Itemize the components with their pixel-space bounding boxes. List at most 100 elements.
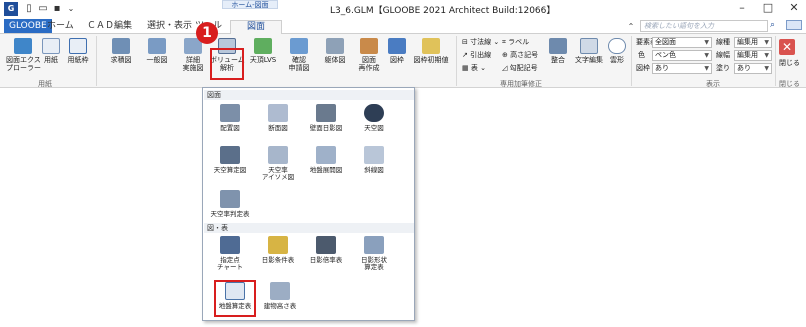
application-drawing-label: 確認 申請図 <box>288 56 310 72</box>
fill-label: 塗り <box>716 64 730 72</box>
consistency-icon <box>549 38 567 54</box>
area-drawing-button[interactable]: 求積図 <box>104 36 138 78</box>
sky-calc-label: 天空算定図 <box>213 166 247 174</box>
fill-value: あり <box>737 64 751 72</box>
menu-item-sky-iso[interactable]: 天空率 アイソメ図 <box>257 144 299 188</box>
expand-icon[interactable]: ⌃ <box>624 20 638 34</box>
menu-item-section[interactable]: 断面図 <box>257 102 299 146</box>
menu-item-shadow-shape[interactable]: 日影形状 算定表 <box>353 234 395 278</box>
recreate-drawing-button[interactable]: 図面 再作成 <box>352 36 386 78</box>
zenith-lvs-icon <box>254 38 272 54</box>
drawing-frame-label: 図枠 <box>390 56 404 64</box>
element-table-select[interactable]: 全図面 ▼ <box>652 37 712 48</box>
menu-item-sky[interactable]: 天空図 <box>353 102 395 146</box>
general-drawing-label: 一般図 <box>146 56 168 64</box>
new-file-icon[interactable]: ▯ <box>22 2 36 16</box>
label-label: ラベル <box>508 38 530 46</box>
menu-item-shadow-cond[interactable]: 日影条件表 <box>257 234 299 278</box>
chevron-down-icon: ▼ <box>764 65 769 72</box>
drawing-frame-button[interactable]: 図枠 <box>384 36 410 78</box>
setback-label: 斜線図 <box>364 166 384 174</box>
frame-label: 図枠 <box>636 64 650 72</box>
sky-icon <box>364 104 384 122</box>
dimension-tool[interactable]: ⊟ 寸法線 ⌄ <box>462 38 499 47</box>
shadow-shape-icon <box>364 236 384 254</box>
open-file-icon[interactable]: ▭ <box>36 2 50 16</box>
maximize-button[interactable]: □ <box>758 1 778 15</box>
chevron-down-icon: ▼ <box>704 39 709 46</box>
menu-item-building-height[interactable]: 建物高さ表 <box>259 280 301 324</box>
section-drawing: 図面 <box>204 90 414 100</box>
linewidth-select[interactable]: 編集用 ▼ <box>734 50 772 61</box>
minimize-button[interactable]: – <box>732 1 752 15</box>
tab-drawing[interactable]: 図面 <box>230 20 282 34</box>
table-label: 表 <box>470 64 478 72</box>
close-drawing-icon[interactable]: ✕ <box>779 39 795 55</box>
table-tool[interactable]: ▦ 表 ⌄ <box>462 64 486 73</box>
menu-item-site-plan[interactable]: 配置図 <box>209 102 251 146</box>
sky-iso-label: 天空率 アイソメ図 <box>261 166 295 181</box>
paper-frame-icon <box>69 38 87 54</box>
recreate-drawing-label: 図面 再作成 <box>358 56 380 72</box>
cloud-button[interactable]: 雲形 <box>606 36 628 78</box>
application-drawing-button[interactable]: 確認 申請図 <box>282 36 316 78</box>
general-drawing-icon <box>148 38 166 54</box>
point-chart-label: 指定点 チャート <box>217 256 243 271</box>
paper-button[interactable]: 用紙 <box>38 36 64 78</box>
group-label-paper: 用紙 <box>38 80 52 88</box>
help-search-input[interactable]: 検索したい語句を入力 <box>640 20 768 32</box>
tab-cad-edit[interactable]: ＣＡＤ編集 <box>82 20 137 34</box>
frame-drawing-button[interactable]: 躯体図 <box>318 36 352 78</box>
consistency-button[interactable]: 整合 <box>544 36 572 78</box>
linetype-select[interactable]: 編集用 ▼ <box>734 37 772 48</box>
quick-access-menu-icon[interactable]: ⌄ <box>64 2 78 16</box>
fill-select[interactable]: あり ▼ <box>734 63 772 74</box>
menu-item-ground-dev[interactable]: 地盤展開図 <box>305 144 347 188</box>
app-logo-icon: G <box>4 2 18 16</box>
linewidth-label: 線幅 <box>716 51 730 59</box>
volume-analysis-menu: 図面 配置図 断面図 壁面日影図 天空図 天空算定図 天空率 アイソメ図 地盤展… <box>202 87 415 321</box>
drawing-frame-icon <box>388 38 406 54</box>
frame-select[interactable]: あり ▼ <box>652 63 712 74</box>
menu-item-setback[interactable]: 斜線図 <box>353 144 395 188</box>
sky-calc-icon <box>220 146 240 164</box>
section-icon <box>268 104 288 122</box>
group-label-dedicated: 専用加筆修正 <box>500 80 542 88</box>
ground-calc-highlight <box>214 280 256 317</box>
menu-item-shadow-ratio[interactable]: 日影倍率表 <box>305 234 347 278</box>
text-edit-button[interactable]: 文字編集 <box>572 36 606 78</box>
ribbon-separator <box>456 36 457 86</box>
label-tool[interactable]: ⌗ ラベル <box>502 38 529 47</box>
sky-iso-icon <box>268 146 288 164</box>
menu-item-sky-calc[interactable]: 天空算定図 <box>209 144 251 188</box>
height-symbol-label: 高さ記号 <box>510 51 539 59</box>
search-icon[interactable]: ⌕ <box>770 20 775 30</box>
menu-item-point-chart[interactable]: 指定点 チャート <box>209 234 251 278</box>
tab-select-display[interactable]: 選択・表示 <box>142 20 197 34</box>
paper-frame-label: 用紙枠 <box>67 56 89 64</box>
window-title: L3_6.GLM【GLOOBE 2021 Architect Build:120… <box>330 6 556 16</box>
frame-default-button[interactable]: 図枠初期値 <box>410 36 452 78</box>
ribbon-separator <box>631 36 632 86</box>
zenith-lvs-button[interactable]: 天頂LVS <box>246 36 280 78</box>
close-window-button[interactable]: ✕ <box>784 1 804 15</box>
volume-analysis-highlight <box>210 48 244 80</box>
step-badge: 1 <box>196 22 218 44</box>
general-drawing-button[interactable]: 一般図 <box>140 36 174 78</box>
ground-dev-icon <box>316 146 336 164</box>
account-icon[interactable] <box>786 20 802 30</box>
paper-frame-button[interactable]: 用紙枠 <box>64 36 92 78</box>
color-select[interactable]: ペン色 ▼ <box>652 50 712 61</box>
leader-tool[interactable]: ↗ 引出線 <box>462 51 491 60</box>
slope-symbol-label: 勾配記号 <box>509 64 538 72</box>
height-symbol-tool[interactable]: ⊕ 高さ記号 <box>502 51 538 60</box>
save-icon[interactable]: ▪ <box>50 2 64 16</box>
drawing-explorer-button[interactable]: 図面エクス プローラー <box>6 36 41 78</box>
menu-item-wall-shadow[interactable]: 壁面日影図 <box>305 102 347 146</box>
tab-home[interactable]: ホーム <box>42 20 79 34</box>
frame-drawing-icon <box>326 38 344 54</box>
cloud-label: 雲形 <box>610 56 624 64</box>
slope-symbol-tool[interactable]: ◿ 勾配記号 <box>502 64 538 73</box>
chevron-down-icon: ▼ <box>704 52 709 59</box>
group-label-close: 閉じる <box>779 80 800 88</box>
